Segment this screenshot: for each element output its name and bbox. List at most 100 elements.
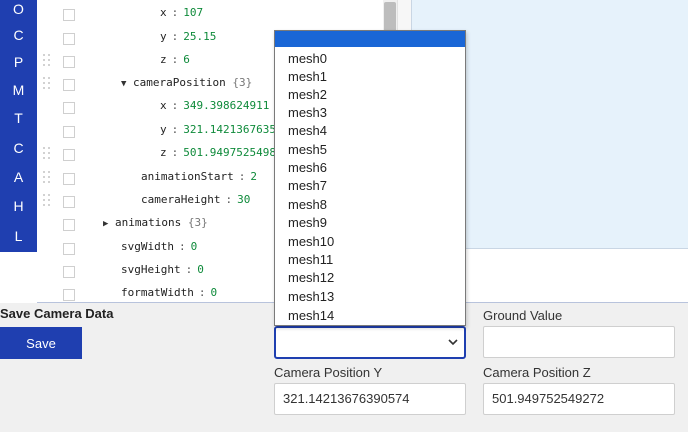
row-checkbox[interactable] <box>63 102 75 114</box>
tree-key: x <box>160 6 167 19</box>
tree-sep: : <box>171 123 179 136</box>
tree-key: svgHeight <box>121 263 181 276</box>
camera-y-label: Camera Position Y <box>274 365 383 380</box>
dropdown-option[interactable]: mesh14 <box>275 307 465 325</box>
rail-item-p[interactable]: P <box>0 54 37 70</box>
tree-value[interactable]: 0 <box>197 263 204 276</box>
dropdown-option[interactable]: mesh3 <box>275 104 465 122</box>
dropdown-option[interactable]: mesh8 <box>275 196 465 214</box>
dropdown-option[interactable]: mesh13 <box>275 288 465 306</box>
tree-row[interactable]: x:107 <box>37 3 383 26</box>
rail-item-c2[interactable]: C <box>0 140 37 156</box>
tree-node: y:321.1421367635 <box>160 123 276 136</box>
dropdown-option[interactable]: mesh2 <box>275 86 465 104</box>
tree-node: ▶ animations {3} <box>103 216 208 229</box>
rail-item-l[interactable]: L <box>0 228 37 244</box>
dropdown-option[interactable]: mesh0 <box>275 50 465 68</box>
mesh-select[interactable] <box>274 326 466 359</box>
dropdown-option[interactable]: mesh12 <box>275 269 465 287</box>
row-checkbox[interactable] <box>63 196 75 208</box>
tree-key: cameraPosition <box>133 76 226 89</box>
row-checkbox[interactable] <box>63 9 75 21</box>
tree-key: formatWidth <box>121 286 194 299</box>
rail-item-a[interactable]: A <box>0 169 37 185</box>
tree-key: y <box>160 30 167 43</box>
tree-node: formatWidth:0 <box>121 286 217 299</box>
tree-node: y:25.15 <box>160 30 216 43</box>
caret-right-icon[interactable]: ▶ <box>103 219 115 229</box>
rail-item-c[interactable]: C <box>0 27 37 43</box>
tree-node: svgHeight:0 <box>121 263 204 276</box>
tree-key: animationStart <box>141 170 234 183</box>
tree-value[interactable]: 25.15 <box>183 30 216 43</box>
camera-z-label: Camera Position Z <box>483 365 591 380</box>
tree-value[interactable]: 2 <box>250 170 257 183</box>
dropdown-option[interactable]: mesh6 <box>275 159 465 177</box>
camera-y-input[interactable]: 321.14213676390574 <box>274 383 466 415</box>
tree-value[interactable]: 30 <box>237 193 250 206</box>
tree-key: animations <box>115 216 182 229</box>
tree-value[interactable]: 107 <box>183 6 203 19</box>
tree-value[interactable]: 501.9497525498 <box>183 146 276 159</box>
ground-value-input[interactable] <box>483 326 675 358</box>
tree-value[interactable]: 0 <box>210 286 217 299</box>
drag-handle-icon[interactable] <box>43 54 51 66</box>
tree-sep: : <box>171 30 179 43</box>
tree-node: animationStart:2 <box>141 170 257 183</box>
ground-value-label: Ground Value <box>483 308 563 323</box>
save-section-title: Save Camera Data <box>0 306 114 321</box>
row-checkbox[interactable] <box>63 33 75 45</box>
mesh-dropdown-list[interactable]: mesh0 mesh1 mesh2 mesh3 mesh4 mesh5 mesh… <box>274 30 466 326</box>
tree-node: ▼ cameraPosition {3} <box>121 76 252 89</box>
dropdown-option[interactable]: mesh4 <box>275 122 465 140</box>
rail-item-h[interactable]: H <box>0 198 37 214</box>
drag-handle-icon[interactable] <box>43 147 51 159</box>
row-checkbox[interactable] <box>63 243 75 255</box>
save-button[interactable]: Save <box>0 327 82 359</box>
drag-handle-icon[interactable] <box>43 194 51 206</box>
drag-handle-icon[interactable] <box>43 77 51 89</box>
row-checkbox[interactable] <box>63 149 75 161</box>
tree-value[interactable]: 349.398624911 <box>183 99 269 112</box>
dropdown-option[interactable]: mesh10 <box>275 233 465 251</box>
camera-z-input[interactable]: 501.949752549272 <box>483 383 675 415</box>
tree-key: x <box>160 99 167 112</box>
rail-item-o[interactable]: O <box>0 1 37 17</box>
tree-node: z:501.9497525498 <box>160 146 276 159</box>
row-checkbox[interactable] <box>63 219 75 231</box>
tree-key: z <box>160 146 167 159</box>
tree-sep: : <box>238 170 246 183</box>
dropdown-highlighted-option[interactable] <box>275 31 465 47</box>
dropdown-option[interactable]: mesh11 <box>275 251 465 269</box>
tree-count: {3} <box>187 216 208 229</box>
tree-sep: : <box>178 240 186 253</box>
tree-sep: : <box>185 263 193 276</box>
tree-key: y <box>160 123 167 136</box>
row-checkbox[interactable] <box>63 266 75 278</box>
row-checkbox[interactable] <box>63 126 75 138</box>
caret-down-icon[interactable]: ▼ <box>121 79 133 89</box>
chevron-down-icon <box>448 339 458 346</box>
drag-handle-icon[interactable] <box>43 171 51 183</box>
dropdown-option[interactable]: mesh9 <box>275 214 465 232</box>
tree-sep: : <box>171 53 179 66</box>
rail-item-m[interactable]: M <box>0 82 37 98</box>
tree-key: svgWidth <box>121 240 174 253</box>
dropdown-option[interactable]: mesh5 <box>275 141 465 159</box>
tree-node: x:349.398624911 <box>160 99 269 112</box>
tree-sep: : <box>171 146 179 159</box>
rail-item-t[interactable]: T <box>0 110 37 126</box>
tree-node: cameraHeight:30 <box>141 193 250 206</box>
row-checkbox[interactable] <box>63 79 75 91</box>
row-checkbox[interactable] <box>63 56 75 68</box>
left-rail: O C P M T C A H L <box>0 0 37 252</box>
dropdown-option[interactable]: mesh7 <box>275 177 465 195</box>
tree-count: {3} <box>232 76 253 89</box>
tree-value[interactable]: 321.1421367635 <box>183 123 276 136</box>
tree-value[interactable]: 6 <box>183 53 190 66</box>
dropdown-option[interactable]: mesh1 <box>275 68 465 86</box>
tree-value[interactable]: 0 <box>191 240 198 253</box>
tree-sep: : <box>171 6 179 19</box>
row-checkbox[interactable] <box>63 289 75 301</box>
row-checkbox[interactable] <box>63 173 75 185</box>
